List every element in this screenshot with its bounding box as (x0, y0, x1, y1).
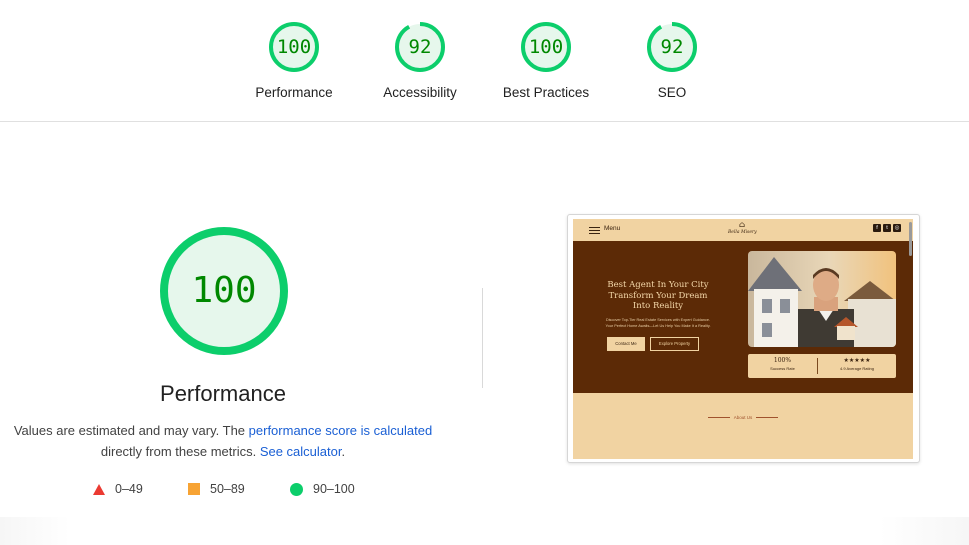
legend-range: 0–49 (115, 482, 143, 496)
rating-stat: ★★★★★ 4.9 Average Rating (818, 357, 896, 373)
hamburger-icon (589, 227, 600, 236)
hero-title: Best Agent In Your City Transform Your D… (573, 280, 743, 312)
performance-gauge-large: 100 (157, 224, 291, 358)
gauge-score: 92 (660, 36, 684, 58)
gauge-ring: 100 (519, 20, 573, 74)
decorative-line (756, 417, 779, 419)
stat-value: 100% (773, 357, 792, 364)
performance-description: Values are estimated and may vary. The p… (0, 420, 446, 462)
gauge-best-practices[interactable]: 100 Best Practices (491, 20, 601, 100)
score-summary-bar: 100 Performance 92 Accessibility 100 Bes… (0, 0, 969, 122)
gauge-score: 100 (276, 36, 312, 58)
gauge-ring: 92 (645, 20, 699, 74)
gauge-seo[interactable]: 92 SEO (617, 20, 727, 100)
square-icon (188, 483, 200, 495)
gauge-performance[interactable]: 100 Performance (239, 20, 349, 100)
gauge-label: Accessibility (383, 85, 457, 100)
gauge-label: Best Practices (502, 85, 590, 100)
performance-score: 100 (191, 270, 257, 311)
hero-title-line: Into Reality (632, 301, 684, 311)
gauge-score: 100 (528, 36, 564, 58)
gauge-label: SEO (657, 85, 687, 100)
legend-range: 50–89 (210, 482, 245, 496)
score-calculation-link[interactable]: performance score is calculated (249, 423, 433, 438)
stat-label: 4.9 Average Rating (840, 366, 874, 371)
facebook-icon: f (873, 224, 881, 232)
gauge-accessibility[interactable]: 92 Accessibility (365, 20, 475, 100)
agent-photo (748, 251, 896, 347)
gauge-ring: 92 (393, 20, 447, 74)
site-menu-label: Menu (604, 225, 621, 232)
legend-fail: 0–49 (93, 482, 143, 496)
site-about-heading: About Us (573, 415, 913, 420)
instagram-icon: ◎ (893, 224, 901, 232)
hero-subtitle: Discover Top-Tier Real Estate Services w… (573, 318, 743, 329)
star-rating-icon: ★★★★★ (843, 357, 871, 364)
about-label: About Us (733, 415, 753, 420)
success-stat: 100% Success Rate (748, 357, 817, 373)
stat-label: Success Rate (770, 366, 795, 371)
house-logo-icon: ⌂ (739, 220, 746, 229)
desc-text: directly from these metrics. (100, 444, 260, 459)
hero-title-line: Best Agent In Your City (607, 280, 709, 290)
performance-title: Performance (160, 381, 286, 406)
screenshot-scrollbar[interactable] (909, 222, 912, 256)
gauge-score: 92 (408, 36, 432, 58)
site-explore-button: Explore Property (650, 337, 699, 351)
bottom-left-shade (0, 517, 70, 545)
site-logo-text: Bella Misery (728, 230, 757, 235)
social-icons: f t ◎ (873, 224, 901, 232)
legend-pass: 90–100 (290, 482, 355, 496)
twitter-icon: t (883, 224, 891, 232)
screenshot-page: Menu ⌂ Bella Misery f t ◎ Best Agent In … (573, 219, 913, 459)
site-stats-card: 100% Success Rate ★★★★★ 4.9 Average Rati… (748, 354, 896, 378)
site-contact-button: Contact Me (607, 337, 645, 351)
desc-text: Values are estimated and may vary. The (13, 423, 249, 438)
triangle-icon (93, 483, 105, 495)
bottom-right-shade (879, 517, 969, 545)
site-navbar: Menu ⌂ Bella Misery f t ◎ (573, 219, 913, 241)
gauge-label: Performance (255, 85, 333, 100)
circle-icon (290, 482, 303, 496)
legend-range: 90–100 (313, 482, 355, 496)
site-hero: Best Agent In Your City Transform Your D… (573, 241, 913, 393)
section-divider (482, 288, 483, 388)
hero-title-line: Transform Your Dream (608, 290, 708, 301)
decorative-line (707, 417, 730, 419)
gauge-ring: 100 (267, 20, 321, 74)
desc-text: . (341, 444, 346, 459)
final-screenshot[interactable]: Menu ⌂ Bella Misery f t ◎ Best Agent In … (567, 214, 920, 463)
agent-photo-illustration (748, 251, 896, 347)
legend-average: 50–89 (188, 482, 245, 496)
see-calculator-link[interactable]: See calculator (260, 444, 342, 459)
hero-sub-line: Your Perfect Home Awaits—Let Us Help You… (605, 323, 711, 328)
